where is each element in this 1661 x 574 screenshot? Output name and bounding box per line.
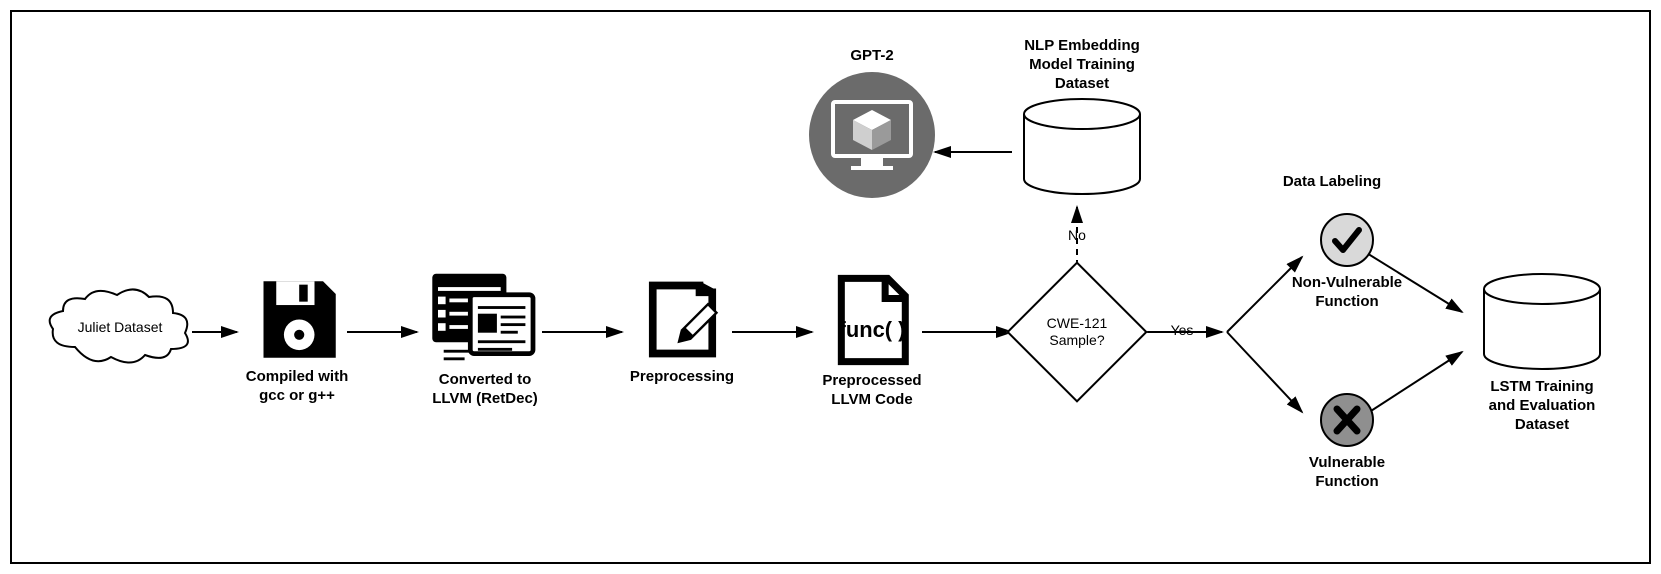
cylinder-icon (1020, 97, 1145, 197)
converted-label: Converted to LLVM (RetDec) (415, 371, 555, 409)
cwe-decision-node: CWE-121 Sample? (1012, 277, 1142, 387)
data-labeling-title: Data Labeling (1267, 167, 1397, 192)
preprocessing-node: Preprocessing (627, 277, 737, 387)
vulnerable-node: Vulnerable Function (1282, 392, 1412, 492)
data-labeling-label: Data Labeling (1267, 173, 1397, 192)
edit-document-icon (640, 277, 725, 362)
vuln-label: Vulnerable Function (1282, 454, 1412, 492)
cloud-icon: Juliet Dataset (45, 287, 195, 367)
yes-label: Yes (1162, 322, 1202, 338)
juliet-dataset-node: Juliet Dataset Juliet Dataset (42, 287, 197, 367)
gpt2-node: GPT-2 (802, 47, 942, 200)
no-label: No (1062, 227, 1092, 243)
nonvuln-label: Non-Vulnerable Function (1282, 274, 1412, 312)
code-windows-icon (428, 270, 543, 365)
juliet-label-inline: Juliet Dataset (77, 319, 162, 335)
compiled-label: Compiled with gcc or g++ (237, 368, 357, 406)
lstm-dataset-node: LSTM Training and Evaluation Dataset (1467, 272, 1617, 434)
nlp-dataset-node: NLP Embedding Model Training Dataset (1012, 37, 1152, 197)
nonvulnerable-node: Non-Vulnerable Function (1282, 212, 1412, 312)
preprocessed-label: Preprocessed LLVM Code (812, 372, 932, 410)
converted-node: Converted to LLVM (RetDec) (415, 270, 555, 409)
nlp-dataset-label: NLP Embedding Model Training Dataset (1012, 37, 1152, 93)
gpt2-monitor-icon (807, 70, 937, 200)
cwe-label: CWE-121 Sample? (1012, 277, 1142, 387)
diagram-canvas: Juliet Dataset Juliet Dataset Compiled w… (10, 10, 1651, 564)
compiled-node: Compiled with gcc or g++ (237, 277, 357, 406)
preprocessing-label: Preprocessing (627, 368, 737, 387)
floppy-disk-icon (255, 277, 340, 362)
lstm-label: LSTM Training and Evaluation Dataset (1467, 378, 1617, 434)
svg-text:func( ): func( ) (839, 317, 906, 342)
gpt2-label: GPT-2 (802, 47, 942, 66)
function-file-icon: func( ) (828, 274, 916, 366)
cylinder-icon (1480, 272, 1605, 372)
x-circle-icon (1319, 392, 1375, 448)
check-circle-icon (1319, 212, 1375, 268)
preprocessed-node: func( ) Preprocessed LLVM Code (812, 274, 932, 410)
